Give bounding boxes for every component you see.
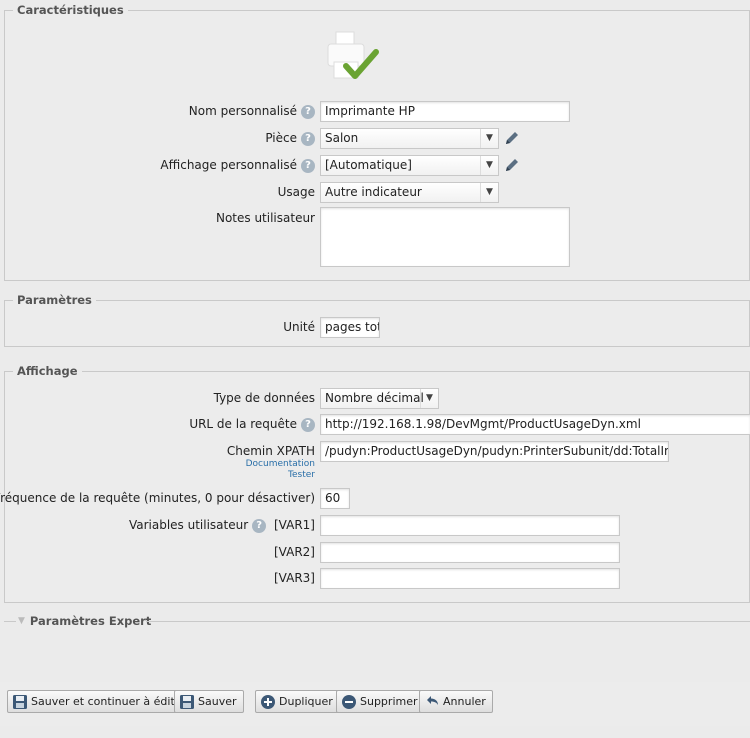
expert-toggle[interactable]: ▼ Paramètres Expert [18, 614, 151, 628]
undo-icon [427, 695, 438, 705]
piece-label: Pièce [265, 131, 297, 145]
help-icon[interactable]: ? [301, 417, 315, 432]
chevron-down-icon: ▼ [420, 389, 438, 408]
expert-divider-left [4, 621, 16, 622]
chevron-down-icon: ▼ [480, 156, 498, 175]
notes-textarea[interactable] [320, 207, 570, 267]
unite-input[interactable]: pages tota [320, 317, 380, 338]
freq-input[interactable]: 60 [320, 488, 350, 509]
unite-label: Unité [283, 320, 315, 334]
freq-label: Fréquence de la requête (minutes, 0 pour… [0, 491, 315, 505]
delete-label: Supprimer [360, 695, 418, 708]
url-input[interactable]: http://192.168.1.98/DevMgmt/ProductUsage… [320, 414, 750, 435]
piece-select[interactable]: Salon ▼ [320, 128, 499, 149]
duplicate-button[interactable]: Dupliquer [255, 690, 340, 713]
piece-value: Salon [325, 131, 359, 145]
usage-value: Autre indicateur [325, 185, 422, 199]
xpath-input[interactable]: /pudyn:ProductUsageDyn/pudyn:PrinterSubu… [320, 441, 669, 462]
help-icon[interactable]: ? [301, 158, 315, 173]
edit-pencil-icon[interactable] [503, 156, 521, 174]
nom-input[interactable]: Imprimante HP [320, 101, 570, 122]
delete-icon [342, 694, 356, 709]
edit-pencil-icon[interactable] [503, 129, 521, 147]
legend-parametres: Paramètres [17, 293, 92, 307]
printer-check-icon [322, 28, 382, 86]
duplicate-label: Dupliquer [279, 695, 333, 708]
floppy-icon [180, 694, 194, 709]
usage-select[interactable]: Autre indicateur ▼ [320, 182, 499, 203]
floppy-icon [13, 694, 27, 709]
var3-input[interactable] [320, 568, 620, 589]
triangle-down-icon: ▼ [18, 616, 25, 626]
help-icon[interactable]: ? [301, 104, 315, 119]
notes-label: Notes utilisateur [215, 211, 315, 225]
chevron-down-icon: ▼ [480, 183, 498, 202]
save-continue-button[interactable]: Sauver et continuer à éditer [7, 690, 194, 713]
piece-label-row: Pièce? [265, 131, 315, 146]
affichage-label: Affichage personnalisé [160, 158, 297, 172]
help-icon[interactable]: ? [252, 518, 267, 533]
var1-label: [VAR1] [274, 518, 315, 532]
url-label: URL de la requête [189, 417, 297, 431]
save-button[interactable]: Sauver [174, 690, 244, 713]
delete-button[interactable]: Supprimer [336, 690, 425, 713]
chevron-down-icon: ▼ [480, 129, 498, 148]
nom-label-row: Nom personnalisé? [189, 104, 315, 119]
expert-divider-right [146, 621, 750, 622]
save-continue-label: Sauver et continuer à éditer [31, 695, 187, 708]
type-label: Type de données [213, 391, 315, 405]
duplicate-icon [261, 694, 275, 709]
help-icon[interactable]: ? [301, 131, 315, 146]
affichage-value: [Automatique] [325, 158, 412, 172]
cancel-label: Annuler [443, 695, 486, 708]
affichage-select[interactable]: [Automatique] ▼ [320, 155, 499, 176]
var3-label: [VAR3] [274, 571, 315, 585]
var2-label: [VAR2] [274, 545, 315, 559]
affichage-label-row: Affichage personnalisé? [160, 158, 315, 173]
vars-label: Variables utilisateur [128, 518, 249, 532]
url-label-row: URL de la requête? [189, 417, 315, 432]
type-value: Nombre décimal [325, 391, 424, 405]
usage-label: Usage [277, 185, 315, 199]
xpath-documentation-link[interactable]: Documentation [246, 459, 315, 469]
save-label: Sauver [198, 695, 237, 708]
legend-affichage: Affichage [17, 364, 78, 378]
legend-expert: Paramètres Expert [29, 614, 152, 628]
xpath-tester-link[interactable]: Tester [288, 470, 315, 480]
cancel-button[interactable]: Annuler [419, 690, 493, 713]
type-select[interactable]: Nombre décimal ▼ [320, 388, 439, 409]
vars-label-row: Variables utilisateur? [VAR1] [129, 518, 315, 533]
legend-caracteristiques: Caractéristiques [17, 3, 124, 17]
var2-input[interactable] [320, 542, 620, 563]
xpath-label: Chemin XPATH [226, 444, 315, 458]
var1-input[interactable] [320, 515, 620, 536]
nom-label: Nom personnalisé [188, 104, 297, 118]
